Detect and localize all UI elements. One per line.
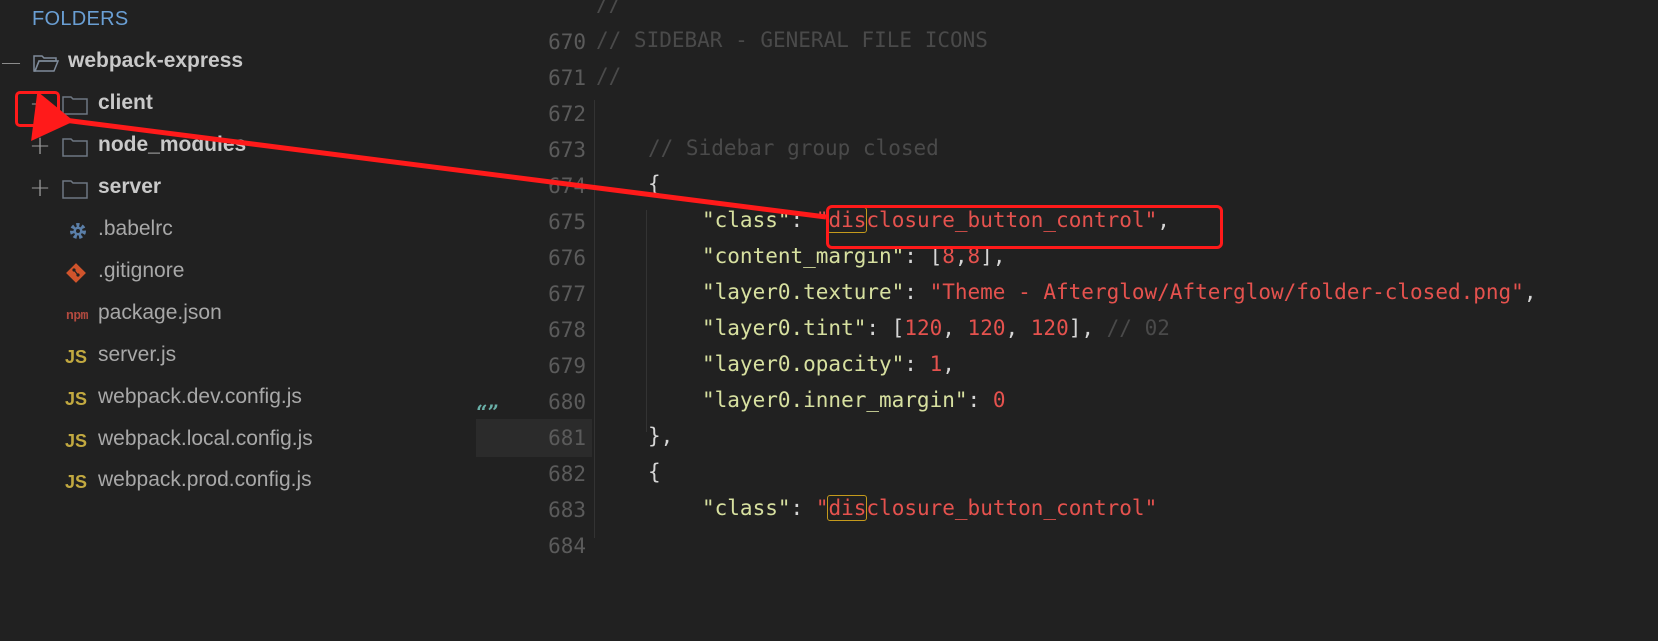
code-text: "layer0.tint": [120, 120, 120], // 02 bbox=[702, 309, 1170, 347]
line-number: 684 bbox=[548, 534, 586, 558]
git-icon bbox=[62, 261, 90, 285]
js-icon: JS bbox=[64, 346, 88, 367]
gear-icon bbox=[64, 219, 92, 243]
json-key: "layer0.inner_margin" bbox=[702, 388, 968, 412]
punctuation: : bbox=[967, 388, 993, 412]
folder-icon bbox=[62, 138, 88, 157]
number-value: 0 bbox=[992, 388, 1006, 412]
code-line-672[interactable]: 672 // bbox=[476, 57, 1658, 126]
tree-item-server[interactable]: + server bbox=[0, 168, 476, 208]
json-key: "layer0.opacity" bbox=[702, 352, 905, 376]
string-value: "Theme - Afterglow/Afterglow/folder-clos… bbox=[929, 280, 1524, 304]
expand-icon[interactable]: + bbox=[29, 133, 51, 159]
json-key: "layer0.tint" bbox=[702, 316, 867, 340]
number-value: 1 bbox=[929, 352, 943, 376]
code-line-683[interactable]: 683 { bbox=[476, 453, 1658, 522]
string-quote: " bbox=[815, 496, 829, 520]
punctuation: ], bbox=[1068, 316, 1107, 340]
code-line-684[interactable]: 684 "class": "disclosure_button_control" bbox=[476, 489, 1658, 558]
code-line-673[interactable]: 673 bbox=[476, 93, 1658, 162]
tree-item-label: node_modules bbox=[98, 133, 247, 156]
folder-icon bbox=[62, 180, 88, 199]
code-text: // SIDEBAR - GENERAL FILE ICONS bbox=[596, 28, 988, 52]
tree-item-package-json[interactable]: npm package.json bbox=[0, 294, 476, 334]
code-line-680[interactable]: 680 "layer0.opacity": 1, bbox=[476, 345, 1658, 414]
tree-item-label: client bbox=[98, 91, 153, 114]
code-text: // Sidebar group closed bbox=[648, 136, 939, 160]
code-line-674[interactable]: 674 // Sidebar group closed bbox=[476, 129, 1658, 198]
js-icon: JS bbox=[64, 471, 88, 492]
json-key: "layer0.texture" bbox=[702, 280, 905, 304]
search-match: dis bbox=[827, 495, 868, 521]
code-line-682[interactable]: 682 }, bbox=[476, 417, 1658, 486]
tree-item-webpack-local-config[interactable]: JS webpack.local.config.js bbox=[0, 420, 476, 460]
number-value: 120 bbox=[967, 316, 1006, 340]
tree-item-label: webpack-express bbox=[68, 49, 244, 72]
tree-item-label: .babelrc bbox=[98, 217, 173, 240]
code-text: }, bbox=[648, 424, 674, 448]
code-line-670[interactable]: 670 // bbox=[476, 0, 1658, 54]
number-value: 120 bbox=[1030, 316, 1069, 340]
tree-item-node-modules[interactable]: + node_modules bbox=[0, 126, 476, 166]
tree-item-label: server bbox=[98, 175, 162, 198]
code-line-675[interactable]: 675 { bbox=[476, 165, 1658, 234]
punctuation: , bbox=[942, 316, 968, 340]
code-line-671[interactable]: 671 // SIDEBAR - GENERAL FILE ICONS bbox=[476, 21, 1658, 90]
code-text: { bbox=[648, 460, 661, 484]
string-quote: " bbox=[1144, 496, 1158, 520]
tree-item-label: webpack.prod.config.js bbox=[98, 468, 312, 491]
tree-item-webpack-express[interactable]: — webpack-express bbox=[0, 42, 476, 82]
punctuation: , bbox=[942, 352, 955, 376]
code-line-678[interactable]: 678 "layer0.texture": "Theme - Afterglow… bbox=[476, 273, 1658, 342]
punctuation: : bbox=[904, 352, 930, 376]
tree-item-gitignore[interactable]: .gitignore bbox=[0, 252, 476, 292]
punctuation: , bbox=[1523, 280, 1537, 304]
tree-item-label: package.json bbox=[98, 301, 222, 324]
js-icon: JS bbox=[64, 388, 88, 409]
punctuation: : bbox=[790, 496, 816, 520]
tree-item-label: server.js bbox=[98, 343, 177, 366]
quote-marker-icon: “” bbox=[476, 400, 500, 424]
json-key: "class" bbox=[702, 208, 791, 232]
code-text: // bbox=[596, 0, 622, 16]
tree-item-client[interactable]: + client bbox=[0, 84, 476, 124]
expand-icon[interactable]: + bbox=[29, 175, 51, 201]
annotation-highlight-toggle bbox=[15, 91, 60, 127]
tree-item-server-js[interactable]: JS server.js bbox=[0, 336, 476, 376]
npm-icon: npm bbox=[66, 307, 88, 323]
punctuation: : bbox=[790, 208, 816, 232]
punctuation: : bbox=[904, 280, 930, 304]
sidebar: FOLDERS — webpack-express + client + nod… bbox=[0, 0, 476, 538]
tree-item-webpack-prod-config[interactable]: JS webpack.prod.config.js bbox=[0, 461, 476, 501]
folders-header: FOLDERS bbox=[32, 8, 129, 30]
annotation-highlight-code bbox=[826, 205, 1223, 249]
code-editor[interactable]: 670 // 671 // SIDEBAR - GENERAL FILE ICO… bbox=[476, 0, 1658, 558]
punctuation: : [ bbox=[866, 316, 905, 340]
string-value: closure_button_control bbox=[866, 496, 1145, 520]
json-key: "class" bbox=[702, 496, 791, 520]
code-text: // bbox=[596, 64, 622, 88]
code-line-679[interactable]: 679 "layer0.tint": [120, 120, 120], // 0… bbox=[476, 309, 1658, 378]
code-text: "layer0.opacity": 1, bbox=[702, 345, 955, 383]
code-line-681[interactable]: 681 "layer0.inner_margin": 0 bbox=[476, 381, 1658, 457]
collapse-icon[interactable]: — bbox=[0, 51, 22, 73]
tree-item-babelrc[interactable]: .babelrc bbox=[0, 210, 476, 250]
tree-item-label: webpack.dev.config.js bbox=[98, 385, 302, 408]
code-text: "layer0.texture": "Theme - Afterglow/Aft… bbox=[702, 273, 1536, 311]
tree-item-webpack-dev-config[interactable]: JS webpack.dev.config.js bbox=[0, 378, 476, 418]
tree-item-label: .gitignore bbox=[98, 259, 185, 282]
code-text: "layer0.inner_margin": 0 bbox=[702, 381, 1005, 419]
tree-item-label: webpack.local.config.js bbox=[98, 427, 313, 450]
number-value: 120 bbox=[904, 316, 943, 340]
punctuation: , bbox=[1005, 316, 1031, 340]
folder-icon bbox=[62, 96, 88, 115]
code-text: { bbox=[648, 172, 661, 196]
js-icon: JS bbox=[64, 430, 88, 451]
folder-open-icon bbox=[33, 55, 59, 72]
code-text: "class": "disclosure_button_control" bbox=[702, 489, 1157, 527]
inline-comment: // 02 bbox=[1106, 316, 1170, 340]
